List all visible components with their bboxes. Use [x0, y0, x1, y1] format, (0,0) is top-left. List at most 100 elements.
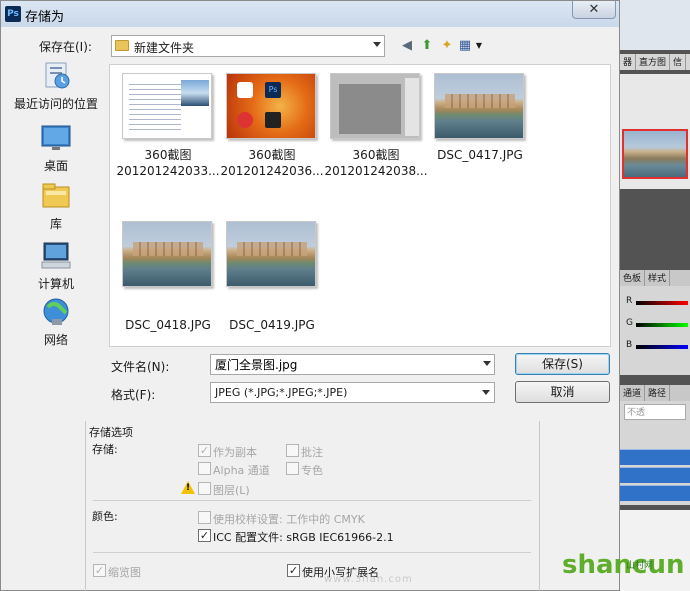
file-thumbnail	[434, 73, 524, 139]
close-button[interactable]: ✕	[572, 1, 616, 19]
network-icon	[40, 297, 72, 327]
save-options-title: 存储选项	[89, 426, 133, 439]
new-folder-icon[interactable]: ✦	[439, 38, 455, 54]
recent-places-icon	[40, 61, 72, 91]
desktop-icon	[40, 123, 72, 153]
view-dropdown-chevron-icon[interactable]: ▼	[471, 38, 487, 54]
divider	[93, 500, 531, 501]
file-item[interactable]: Ps 360截图 201201242036...	[220, 73, 324, 193]
save-in-label: 保存在(I):	[39, 40, 92, 54]
file-thumbnail	[226, 221, 316, 287]
bg-tab-swatches[interactable]: 色板	[620, 270, 646, 286]
channel-b-label: B	[626, 340, 633, 350]
place-network[interactable]: 网络	[7, 297, 105, 353]
file-item[interactable]: 360截图 201201242033...	[116, 73, 220, 193]
file-item[interactable]: DSC_0419.JPG	[220, 221, 324, 341]
layers-checkbox[interactable]	[198, 482, 211, 495]
layers-label: 图层(L)	[213, 484, 250, 497]
chevron-down-icon	[482, 390, 490, 395]
place-desktop[interactable]: 桌面	[7, 123, 105, 179]
save-button[interactable]: 保存(S)	[515, 353, 610, 375]
file-item[interactable]: 360截图 201201242038...	[324, 73, 428, 193]
as-copy-checkbox[interactable]: ✓	[198, 444, 211, 457]
opacity-field[interactable]: 不透	[624, 404, 686, 420]
storage-label: 存储:	[92, 443, 118, 456]
thumbnail-label: 缩览图	[108, 566, 141, 579]
bg-color-panel: 色板 样式 R G B	[620, 270, 690, 375]
file-list-view[interactable]: 360截图 201201242033... Ps 360截图 20120124203…	[109, 64, 611, 347]
save-in-dropdown[interactable]: 新建文件夹	[111, 35, 385, 57]
bg-navigator-preview	[620, 74, 690, 189]
file-name: DSC_0417.JPG	[437, 148, 523, 162]
place-computer[interactable]: 计算机	[7, 241, 105, 297]
watermark-text: www.3lian.com	[324, 574, 413, 585]
bg-layers-panel: 通道 路径 不透	[620, 385, 690, 505]
thumbnail-checkbox[interactable]: ✓	[93, 564, 106, 577]
icc-profile-checkbox[interactable]: ✓	[198, 529, 211, 542]
navigator-thumbnail[interactable]	[622, 129, 688, 179]
site-logo: shancun 山村网	[562, 510, 690, 591]
up-folder-icon[interactable]: ⬆	[419, 38, 435, 54]
file-thumbnail	[330, 73, 420, 139]
slider-red[interactable]: R	[624, 296, 688, 310]
format-label: 格式(F):	[111, 388, 156, 402]
place-recent[interactable]: 最近访问的位置	[7, 61, 105, 117]
slider-green[interactable]: G	[624, 318, 688, 332]
lowercase-extension-checkbox[interactable]: ✓	[287, 564, 300, 577]
file-name: 360截图 201201242033...	[116, 148, 220, 178]
file-item[interactable]: DSC_0417.JPG	[428, 73, 532, 193]
alpha-channels-label: Alpha 通道	[213, 464, 270, 477]
channel-g-label: G	[626, 318, 633, 328]
warning-icon: !	[181, 481, 195, 494]
format-dropdown[interactable]: JPEG (*.JPG;*.JPEG;*.JPE)	[210, 382, 495, 403]
layer-row[interactable]	[620, 467, 690, 483]
file-name: 360截图 201201242038...	[324, 148, 428, 178]
bg-tab-histogram[interactable]: 直方图	[636, 54, 671, 70]
dialog-titlebar[interactable]: Ps 存储为 ✕	[1, 1, 619, 27]
folder-icon	[115, 40, 129, 51]
slider-blue[interactable]: B	[624, 340, 688, 354]
format-value: JPEG (*.JPG;*.JPEG;*.JPE)	[215, 386, 348, 399]
spot-colors-label: 专色	[301, 464, 323, 477]
use-proof-checkbox[interactable]	[198, 511, 211, 524]
channel-r-label: R	[626, 296, 633, 306]
place-libraries[interactable]: 库	[7, 181, 105, 237]
filename-input[interactable]	[210, 354, 495, 375]
places-bar: 最近访问的位置 桌面 库 计算机 网络	[7, 61, 105, 361]
file-name: DSC_0419.JPG	[229, 318, 315, 332]
color-label: 颜色:	[92, 510, 118, 523]
layer-row[interactable]	[620, 485, 690, 501]
place-label: 桌面	[43, 159, 68, 173]
as-copy-label: 作为副本	[213, 446, 257, 459]
back-icon[interactable]: ◀	[399, 38, 415, 54]
annotations-checkbox[interactable]	[286, 444, 299, 457]
place-label: 最近访问的位置	[13, 97, 98, 111]
bg-tab-navigator[interactable]: 器	[620, 54, 637, 70]
chevron-down-icon	[373, 42, 381, 47]
alpha-channels-checkbox[interactable]	[198, 462, 211, 475]
layer-row[interactable]	[620, 449, 690, 465]
background-photoshop-panels: 器 直方图 信 色板 样式 R G B 通道 路径 不透	[620, 0, 690, 591]
photoshop-app-icon: Ps	[5, 6, 21, 22]
divider	[93, 552, 531, 553]
filename-label: 文件名(N):	[111, 360, 170, 374]
filename-dropdown-icon[interactable]	[483, 361, 491, 366]
bg-tab-info[interactable]: 信	[670, 54, 687, 70]
computer-icon	[40, 241, 72, 271]
use-proof-label: 使用校样设置: 工作中的 CMYK	[213, 513, 365, 526]
bg-tab-channels[interactable]: 通道	[620, 385, 646, 401]
current-folder-name: 新建文件夹	[134, 41, 195, 55]
file-name: DSC_0418.JPG	[125, 318, 211, 332]
icc-profile-label: ICC 配置文件: sRGB IEC61966-2.1	[213, 531, 394, 544]
logo-text: shancun	[562, 550, 685, 580]
spot-colors-checkbox[interactable]	[286, 462, 299, 475]
bg-tab-styles[interactable]: 样式	[645, 270, 671, 286]
save-as-dialog: Ps 存储为 ✕ 保存在(I): 新建文件夹 ◀ ⬆ ✦ ▦ ▼ 最近访问的位置…	[0, 0, 620, 591]
file-name: 360截图 201201242036...	[220, 148, 324, 178]
file-thumbnail: Ps	[226, 73, 316, 139]
file-thumbnail	[122, 221, 212, 287]
cancel-button[interactable]: 取消	[515, 381, 610, 403]
bg-tab-paths[interactable]: 路径	[645, 385, 671, 401]
file-item[interactable]: DSC_0418.JPG	[116, 221, 220, 341]
bg-menu-bar	[620, 0, 690, 50]
